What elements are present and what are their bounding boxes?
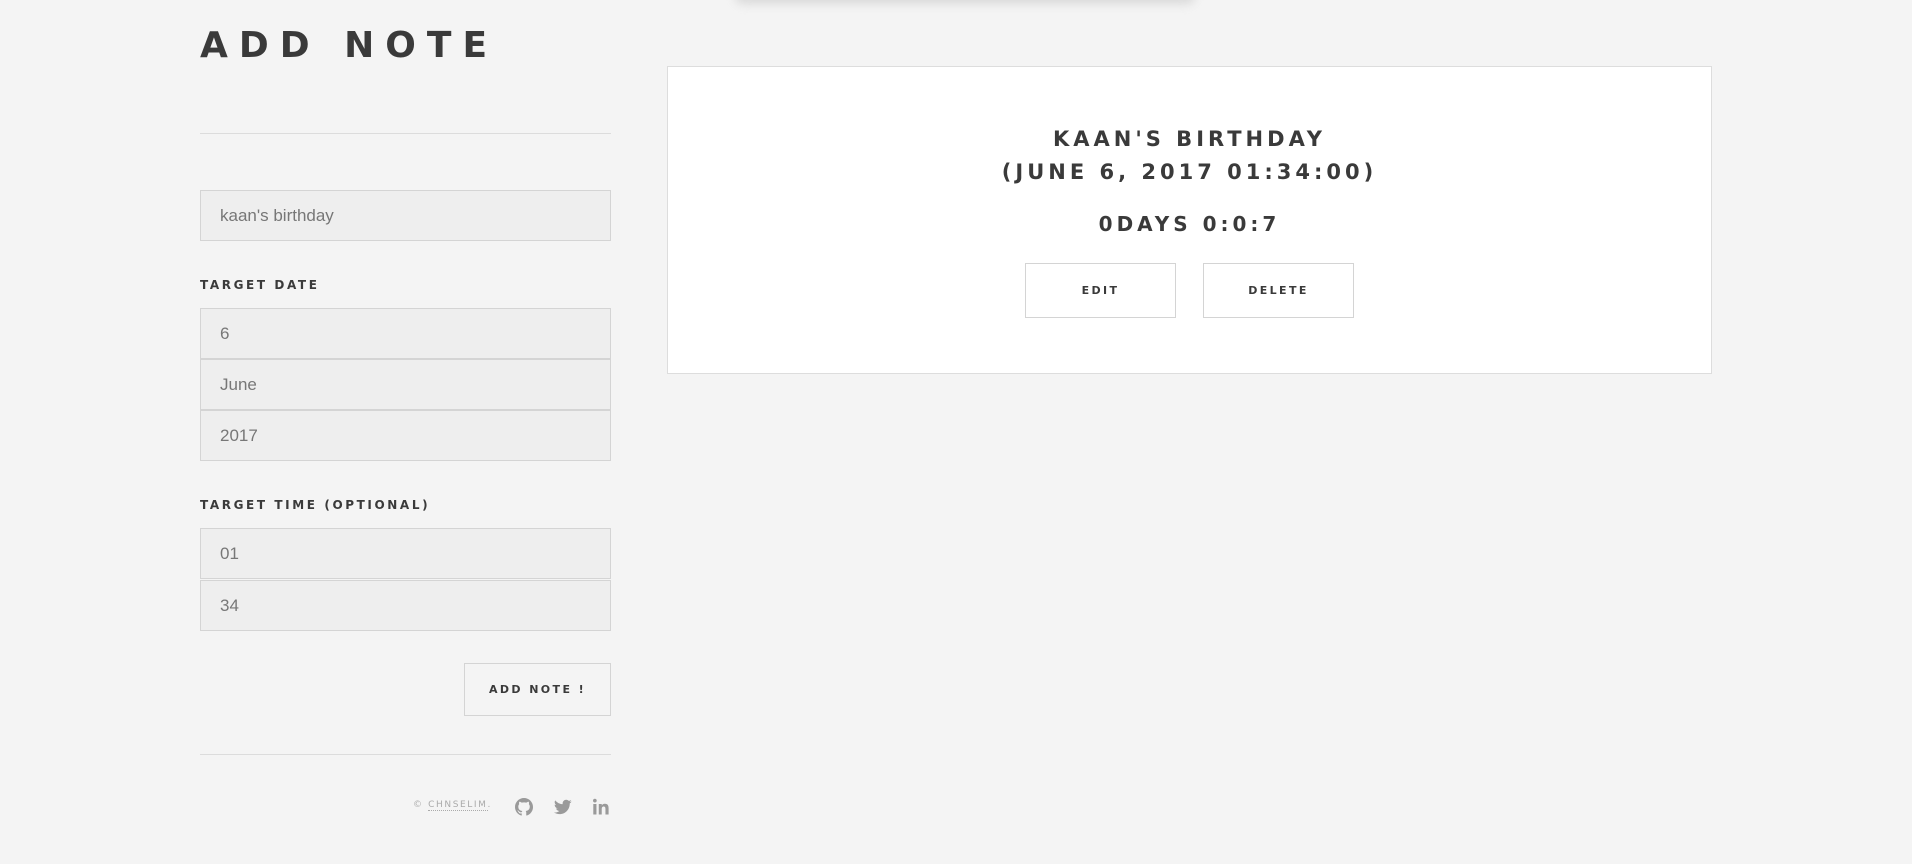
target-time-label: TARGET TIME (OPTIONAL) bbox=[200, 498, 431, 512]
note-name-input[interactable] bbox=[200, 190, 611, 241]
add-note-button[interactable]: ADD NOTE ! bbox=[464, 663, 611, 716]
github-icon[interactable] bbox=[515, 798, 533, 816]
divider-bottom bbox=[200, 754, 611, 755]
note-title-name: KAAN'S BIRTHDAY bbox=[1052, 127, 1327, 151]
target-date-label: TARGET DATE bbox=[200, 278, 320, 292]
month-input[interactable] bbox=[200, 359, 611, 410]
page-title: ADD NOTE bbox=[200, 25, 499, 66]
delete-button[interactable]: DELETE bbox=[1203, 263, 1354, 318]
linkedin-icon[interactable] bbox=[593, 798, 611, 816]
edit-button[interactable]: EDIT bbox=[1025, 263, 1176, 318]
note-card: KAAN'S BIRTHDAY (JUNE 6, 2017 01:34:00) … bbox=[667, 66, 1712, 374]
minute-input[interactable] bbox=[200, 580, 611, 631]
countdown-timer: 0DAYS 0:0:7 bbox=[1098, 212, 1281, 236]
day-input[interactable] bbox=[200, 308, 611, 359]
copyright-suffix: . bbox=[487, 800, 492, 810]
twitter-icon[interactable] bbox=[554, 798, 572, 816]
year-input[interactable] bbox=[200, 410, 611, 461]
hour-input[interactable] bbox=[200, 528, 611, 579]
top-fade-decoration bbox=[735, 0, 1195, 4]
author-link[interactable]: CHNSELIM bbox=[428, 800, 488, 811]
divider-top bbox=[200, 133, 611, 134]
note-title-date: (JUNE 6, 2017 01:34:00) bbox=[1001, 160, 1378, 184]
footer: © CHNSELIM. bbox=[200, 796, 611, 820]
copyright-text: © CHNSELIM. bbox=[413, 800, 492, 811]
note-title: KAAN'S BIRTHDAY (JUNE 6, 2017 01:34:00) bbox=[668, 123, 1711, 189]
copyright-prefix: © bbox=[413, 800, 429, 810]
